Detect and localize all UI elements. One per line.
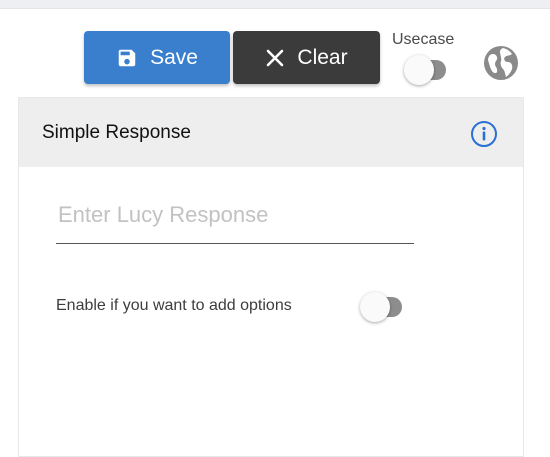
usecase-label: Usecase [392,31,455,48]
save-button-label: Save [150,45,198,69]
options-toggle[interactable] [360,292,404,322]
close-icon [265,48,285,68]
clear-button-label: Clear [297,45,348,69]
save-button[interactable]: Save [84,31,230,84]
options-toggle-knob [360,292,390,322]
globe-icon[interactable] [481,43,521,83]
usecase-toggle[interactable] [404,55,448,85]
simple-response-card: Simple Response Enable if you want to ad… [18,97,524,457]
lucy-response-input[interactable] [56,194,414,244]
save-icon [116,47,138,69]
card-title: Simple Response [42,122,191,143]
info-icon[interactable] [470,120,498,148]
card-header: Simple Response [19,98,523,167]
top-strip [0,0,550,9]
options-label: Enable if you want to add options [56,297,292,314]
clear-button[interactable]: Clear [233,31,380,84]
usecase-toggle-knob [404,55,434,85]
